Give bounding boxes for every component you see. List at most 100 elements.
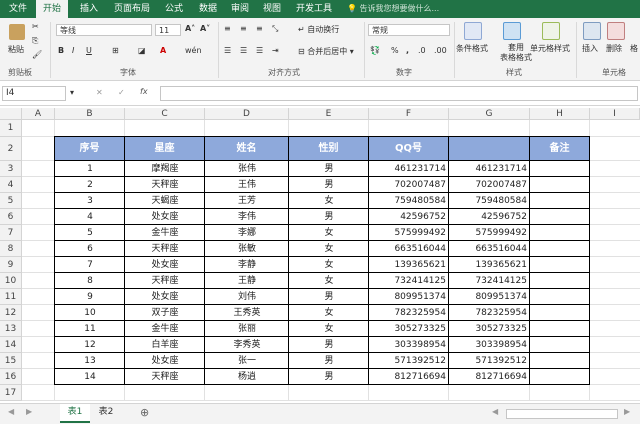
phonetic-icon[interactable]: wén: [185, 46, 202, 55]
row-header[interactable]: 16: [0, 369, 22, 385]
tab-insert[interactable]: 插入: [72, 0, 106, 18]
row-header[interactable]: 2: [0, 137, 22, 161]
row-header[interactable]: 4: [0, 177, 22, 193]
tab-review[interactable]: 审阅: [226, 0, 254, 18]
column-header[interactable]: I: [590, 108, 640, 120]
name-box[interactable]: I4: [2, 86, 66, 101]
column-header[interactable]: B: [55, 108, 125, 120]
column-header[interactable]: D: [205, 108, 289, 120]
sheet-tab-1[interactable]: 表1: [60, 404, 90, 423]
row-header[interactable]: 5: [0, 193, 22, 209]
orientation-icon[interactable]: ⤡: [272, 24, 278, 34]
row-header[interactable]: 15: [0, 353, 22, 369]
column-header[interactable]: A: [22, 108, 55, 120]
row-header[interactable]: 12: [0, 305, 22, 321]
row-header[interactable]: 13: [0, 321, 22, 337]
align-middle-icon[interactable]: ≡: [240, 24, 247, 33]
align-bottom-icon[interactable]: ≡: [256, 24, 263, 33]
conditional-format-button[interactable]: 条件格式: [456, 43, 488, 54]
indent-icon[interactable]: ⇥: [272, 46, 279, 55]
tab-data[interactable]: 数据: [194, 0, 222, 18]
column-header[interactable]: G: [449, 108, 530, 120]
paste-button[interactable]: 粘贴: [8, 44, 24, 55]
table-row-line: [55, 192, 590, 193]
name-box-dropdown-icon[interactable]: ▾: [70, 88, 74, 97]
tab-formulas[interactable]: 公式: [158, 0, 190, 18]
tab-developer[interactable]: 开发工具: [292, 0, 336, 18]
sheet-scroll-left-icon[interactable]: ◀: [8, 407, 14, 416]
enter-icon[interactable]: ✓: [118, 88, 125, 97]
comma-icon[interactable]: ,: [406, 46, 409, 55]
hscroll-left-icon[interactable]: ◀: [492, 407, 498, 416]
tab-home[interactable]: 开始: [36, 0, 68, 18]
table-row-line: [55, 288, 590, 289]
tab-file[interactable]: 文件: [4, 0, 32, 18]
increase-decimal-icon[interactable]: .0: [418, 46, 426, 55]
row-header[interactable]: 3: [0, 161, 22, 177]
column-header[interactable]: H: [530, 108, 590, 120]
font-color-icon[interactable]: A: [160, 46, 166, 55]
select-all-corner[interactable]: [0, 108, 22, 120]
decrease-decimal-icon[interactable]: .00: [434, 46, 447, 55]
tab-page-layout[interactable]: 页面布局: [110, 0, 154, 18]
insert-function-button[interactable]: fx: [140, 87, 148, 96]
table-row-line: [55, 256, 590, 257]
row-header[interactable]: 17: [0, 385, 22, 401]
tab-view[interactable]: 视图: [258, 0, 286, 18]
sheet-scroll-right-icon[interactable]: ▶: [26, 407, 32, 416]
column-header[interactable]: E: [289, 108, 369, 120]
align-right-icon[interactable]: ☰: [256, 46, 263, 55]
font-name-select[interactable]: 等线: [56, 24, 152, 36]
number-format-select[interactable]: 常规: [368, 24, 450, 36]
align-left-icon[interactable]: ☰: [224, 46, 231, 55]
format-cells-button[interactable]: 格: [630, 43, 638, 54]
cell-styles-button[interactable]: 单元格样式: [530, 43, 570, 54]
cut-icon[interactable]: ✂: [32, 22, 39, 31]
delete-cells-button[interactable]: 删除: [606, 43, 622, 54]
font-size-select[interactable]: 11: [155, 24, 181, 36]
table-row-line: [55, 320, 590, 321]
row-header[interactable]: 14: [0, 337, 22, 353]
formula-bar: I4 ▾ ✕ ✓ fx: [0, 81, 640, 106]
divider: [364, 22, 365, 78]
row-header[interactable]: 11: [0, 289, 22, 305]
fill-color-icon[interactable]: ◪: [138, 46, 146, 55]
cancel-icon[interactable]: ✕: [96, 88, 103, 97]
row-header[interactable]: 8: [0, 241, 22, 257]
insert-cells-button[interactable]: 插入: [582, 43, 598, 54]
align-center-icon[interactable]: ☰: [240, 46, 247, 55]
row-header[interactable]: 6: [0, 209, 22, 225]
merge-center-button[interactable]: ⊟ 合并后居中 ▾: [298, 46, 354, 57]
row-header[interactable]: 7: [0, 225, 22, 241]
align-top-icon[interactable]: ≡: [224, 24, 231, 33]
decrease-font-icon[interactable]: A˅: [200, 24, 210, 33]
table-row-line: [55, 368, 590, 369]
border-icon[interactable]: ⊞: [112, 46, 119, 55]
table-row-line: [55, 240, 590, 241]
hscroll-right-icon[interactable]: ▶: [624, 407, 630, 416]
add-sheet-icon[interactable]: ⊕: [140, 406, 149, 419]
wrap-text-button[interactable]: ↵ 自动换行: [298, 24, 339, 35]
gridline: [22, 400, 640, 401]
column-header[interactable]: F: [369, 108, 449, 120]
copy-icon[interactable]: ⎘: [32, 36, 38, 46]
horizontal-scrollbar[interactable]: [506, 409, 618, 419]
percent-icon[interactable]: %: [391, 46, 399, 55]
bold-button[interactable]: B: [58, 46, 64, 55]
increase-font-icon[interactable]: A˄: [185, 24, 195, 33]
tell-me-search[interactable]: 💡 告诉我您想要做什么...: [347, 0, 439, 18]
format-painter-icon[interactable]: 🖌: [32, 50, 42, 59]
sheet-tab-2[interactable]: 表2: [92, 404, 120, 421]
currency-icon[interactable]: 💱: [370, 46, 380, 55]
table-row-line: [55, 272, 590, 273]
row-header[interactable]: 1: [0, 120, 22, 137]
italic-button[interactable]: I: [72, 46, 74, 55]
format-as-table-button[interactable]: 套用 表格格式: [500, 43, 532, 63]
underline-button[interactable]: U: [86, 46, 92, 55]
formula-input[interactable]: [160, 86, 638, 101]
font-group-label: 字体: [120, 68, 136, 77]
format-as-table-icon: [503, 22, 521, 40]
column-header[interactable]: C: [125, 108, 205, 120]
row-header[interactable]: 9: [0, 257, 22, 273]
row-header[interactable]: 10: [0, 273, 22, 289]
